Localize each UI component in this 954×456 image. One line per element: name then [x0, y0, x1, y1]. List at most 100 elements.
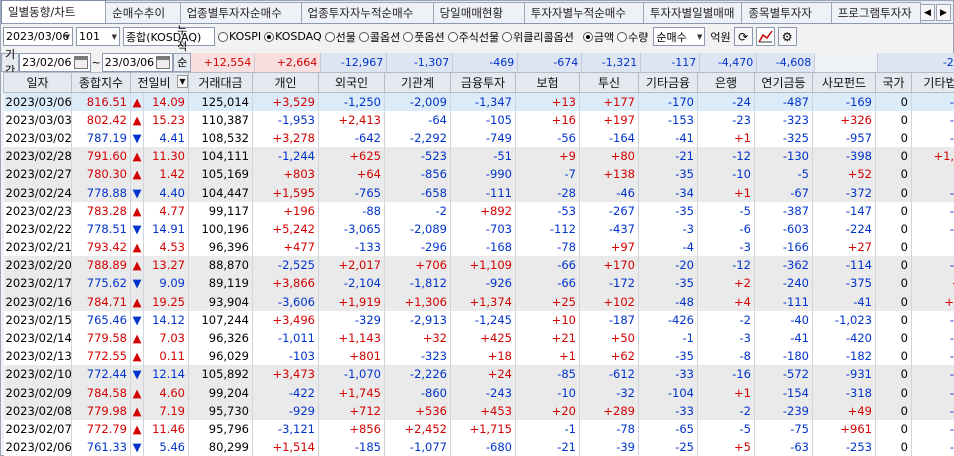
- column-header[interactable]: 연기금등: [754, 72, 813, 93]
- table-cell: -67: [754, 183, 813, 202]
- table-cell: -154: [754, 383, 813, 402]
- radio-circle-icon: [264, 31, 275, 42]
- table-cell: 2023/02/23: [3, 201, 72, 220]
- column-header[interactable]: 은행: [697, 72, 755, 93]
- table-cell: -185: [318, 438, 385, 456]
- column-header[interactable]: 보험: [515, 72, 580, 93]
- investor-table: 일자 종합지수 전일비 ▼ 거래대금 개인 외국인 기관계 금융투자 보험 투신 기타금융 은행 연기금등…: [3, 72, 954, 456]
- table-cell: -66: [515, 256, 580, 275]
- table-row[interactable]: 2023/02/28 791.60 ▲ 11.30 104,111 -1,244 +625-…: [3, 147, 954, 166]
- column-header[interactable]: 기타금융: [638, 72, 698, 93]
- radio-radios-3[interactable]: 선물: [324, 29, 356, 45]
- chart-icon[interactable]: [755, 27, 775, 46]
- table-cell: +1: [697, 128, 755, 148]
- table-row[interactable]: 2023/02/14 779.58 ▲ 7.03 96,326 -1,011 +1,143 +…: [3, 328, 954, 348]
- calendar-icon[interactable]: [73, 55, 88, 69]
- table-cell: +62: [579, 347, 639, 366]
- column-header[interactable]: 전일비 ▼: [130, 72, 189, 93]
- table-cell: -85: [515, 365, 580, 384]
- table-row[interactable]: 2023/02/17 775.62 ▼ 9.09 89,119 +3,866 -2,104-…: [3, 274, 954, 293]
- tab-4[interactable]: 업종투자자누적순매수: [300, 2, 434, 23]
- table-cell: +892: [450, 201, 516, 220]
- table-cell: ▲: [130, 383, 144, 402]
- table-cell: 779.98: [71, 401, 131, 420]
- table-row[interactable]: 2023/03/06 816.51 ▲ 14.09 125,014 +3,529 -1,25…: [3, 92, 954, 111]
- table-row[interactable]: 2023/02/21 793.42 ▲ 4.53 96,396 +477 -133 -296-…: [3, 238, 954, 257]
- table-row[interactable]: 2023/02/10 772.44 ▼ 12.14 105,892 +3,473 -1,07…: [3, 365, 954, 384]
- table-row[interactable]: 2023/02/22 778.51 ▼ 14.91 100,196 +5,242 -3,06…: [3, 219, 954, 238]
- column-header[interactable]: 외국인: [318, 72, 385, 93]
- table-cell: -51: [450, 147, 516, 166]
- column-header-label: 보험: [536, 76, 559, 90]
- table-row[interactable]: 2023/02/24 778.88 ▼ 4.40 104,447 +1,595 -765 -6…: [3, 183, 954, 202]
- tab-1[interactable]: 일별동향/차트: [1, 0, 107, 23]
- tab-next-icon[interactable]: ▶: [936, 4, 951, 21]
- settings-icon[interactable]: ⚙: [777, 27, 797, 46]
- table-row[interactable]: 2023/02/08 779.98 ▲ 7.19 95,730 -929 +712 +536 +…: [3, 401, 954, 420]
- tab-prev-icon[interactable]: ◀: [920, 4, 935, 21]
- table-row[interactable]: 2023/02/27 780.30 ▲ 1.42 105,169 +803 +64 -856-…: [3, 165, 954, 184]
- column-header[interactable]: 기관계: [384, 72, 451, 93]
- table-cell: 778.88: [71, 183, 131, 202]
- table-cell: -1,250: [318, 92, 385, 111]
- table-cell: -931: [812, 365, 876, 384]
- date-select[interactable]: 2023/03/06: [3, 27, 73, 46]
- table-cell: -245: [911, 310, 954, 329]
- column-header[interactable]: 사모펀드: [812, 72, 876, 93]
- table-cell: -8: [697, 347, 755, 366]
- radio-radios-6[interactable]: 주식선물: [447, 29, 499, 45]
- column-header[interactable]: 투신: [579, 72, 639, 93]
- table-cell: 4.40: [143, 183, 189, 202]
- column-header[interactable]: 기타법인: [911, 72, 954, 93]
- column-header[interactable]: 종합지수: [71, 72, 131, 93]
- radio-unit_radios-2[interactable]: 수량: [617, 29, 648, 45]
- tab-5[interactable]: 당일매매현황: [432, 2, 525, 23]
- end-date-field[interactable]: 23/03/06: [101, 52, 174, 72]
- tab-6[interactable]: 투자자별누적순매수: [523, 2, 644, 23]
- sort-icon[interactable]: ▼: [177, 75, 188, 88]
- tab-3[interactable]: 업종별투자자순매수: [179, 2, 302, 23]
- table-cell: -1,347: [450, 92, 516, 111]
- radio-radios-7[interactable]: 위클리콜옵션: [502, 29, 574, 45]
- table-cell: -420: [812, 328, 876, 348]
- radio-radios-5[interactable]: 풋옵션: [403, 29, 445, 45]
- table-cell: -1,812: [384, 274, 451, 293]
- market-name-field[interactable]: 종합(KOSDAQ): [123, 27, 215, 46]
- radio-radios-4[interactable]: 콜옵션: [358, 29, 400, 45]
- column-header[interactable]: 거래대금: [188, 72, 253, 93]
- table-row[interactable]: 2023/02/16 784.71 ▲ 19.25 93,904 -3,606 +1,919…: [3, 292, 954, 311]
- table-row[interactable]: 2023/02/13 772.55 ▲ 0.11 96,029 -103 +801 -323 +…: [3, 347, 954, 366]
- column-header[interactable]: 개인: [252, 72, 319, 93]
- table-cell: +25: [515, 292, 580, 311]
- table-row[interactable]: 2023/03/02 787.19 ▼ 4.41 108,532 +3,278 -642 -2…: [3, 128, 954, 148]
- refresh-icon[interactable]: ⟳: [733, 27, 753, 46]
- tab-7[interactable]: 투자자별일별매매: [642, 2, 743, 23]
- table-cell: +16: [515, 110, 580, 129]
- start-date-field[interactable]: 23/02/06: [19, 52, 91, 72]
- table-cell: +13: [515, 92, 580, 111]
- tab-8[interactable]: 종목별투자자: [741, 2, 832, 23]
- table-row[interactable]: 2023/02/07 772.79 ▲ 11.46 95,796 -3,121 +856 +2…: [3, 419, 954, 439]
- table-row[interactable]: 2023/02/23 783.28 ▲ 4.77 99,117 +196 -88 -2 +892…: [3, 201, 954, 220]
- table-cell: 88,870: [188, 256, 253, 275]
- radio-circle-icon: [403, 31, 414, 42]
- column-header[interactable]: 국가: [875, 72, 912, 93]
- table-row[interactable]: 2023/02/09 784.58 ▲ 4.60 99,204 -422 +1,745 -86…: [3, 383, 954, 402]
- tab-2[interactable]: 순매수추이: [105, 2, 181, 23]
- table-row[interactable]: 2023/02/15 765.46 ▼ 14.12 107,244 +3,496 -329-…: [3, 310, 954, 329]
- column-header[interactable]: 일자: [3, 72, 72, 93]
- tab-9[interactable]: 프로그램투자자: [830, 2, 921, 23]
- table-cell: +1,306: [384, 292, 451, 311]
- table-row[interactable]: 2023/02/06 761.33 ▼ 5.46 80,299 +1,514 -185 -1,…: [3, 438, 954, 456]
- table-cell: -104: [638, 383, 698, 402]
- calendar-icon[interactable]: [156, 55, 171, 69]
- table-row[interactable]: 2023/03/03 802.42 ▲ 15.23 110,387 -1,953 +2,41…: [3, 110, 954, 129]
- radio-unit_radios-1[interactable]: 금액: [582, 29, 614, 45]
- code-select[interactable]: 101: [76, 27, 120, 46]
- table-row[interactable]: 2023/02/20 788.89 ▲ 13.27 88,870 -2,525 +2,017…: [3, 256, 954, 275]
- radio-radios-2[interactable]: KOSDAQ: [264, 30, 322, 43]
- radio-radios-1[interactable]: KOSPI: [218, 30, 261, 43]
- table-cell: -41: [812, 292, 876, 311]
- trade-type-select[interactable]: 순매수: [653, 27, 706, 46]
- column-header[interactable]: 금융투자: [450, 72, 516, 93]
